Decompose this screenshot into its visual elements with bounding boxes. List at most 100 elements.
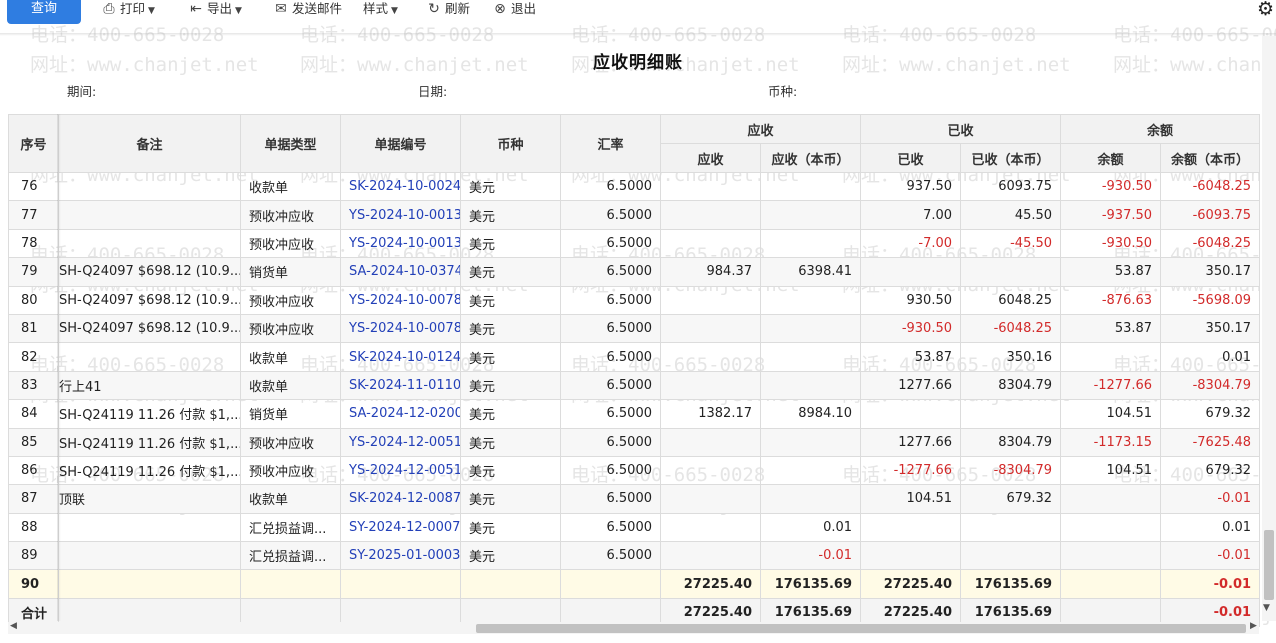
subtotal-rc-l: 176135.69 [960, 569, 1062, 599]
report-title: 应收明细账 [593, 53, 683, 73]
cell-remark [58, 342, 241, 372]
cell-balance: -1277.66 [1060, 370, 1162, 401]
cell-received-local: -8304.79 [960, 455, 1062, 486]
cell-currency: 美元 [460, 370, 561, 401]
cell-doc-no[interactable]: SK-2024-11-0110 [340, 370, 461, 401]
cell-doc-type: 销货单 [240, 257, 341, 287]
table-body: 76 收款单 SK-2024-10-0024 美元 6.5000 937.50 6093.7… [8, 171, 1261, 628]
style-menu[interactable]: 样式 ▼ [363, 0, 398, 18]
refresh-button[interactable]: ↻ 刷新 [426, 0, 470, 18]
col-remark[interactable]: 备注 [58, 114, 241, 173]
cell-doc-no[interactable]: SK-2024-10-0124 [340, 342, 461, 372]
group-received: 已收 [860, 114, 1062, 144]
table-row[interactable]: 86 SH-Q24119 11.26 付款 $1,... 预收冲应收 YS-2024-… [8, 455, 1261, 486]
vertical-scroll-thumb[interactable] [1264, 530, 1274, 600]
cell-doc-type: 收款单 [240, 484, 341, 514]
horizontal-scroll-thumb[interactable] [476, 624, 1246, 633]
ledger-table: 序号 备注 单据类型 单据编号 币种 汇率 应收 已收 余额 应收 应收（本币）… [8, 114, 1261, 628]
scroll-down-arrow-icon[interactable]: ▼ [1263, 603, 1270, 613]
subtotal-row[interactable]: 90 27225.40 176135.69 27225.40 176135.69 -0.0… [8, 569, 1261, 599]
cell-seq: 86 [8, 455, 59, 486]
cell-doc-type: 汇兑损益调... [240, 541, 341, 571]
cell-currency: 美元 [460, 285, 561, 315]
export-menu[interactable]: ⇤ 导出 ▼ [188, 0, 242, 18]
cell-doc-no[interactable]: SK-2024-12-0087 [340, 484, 461, 514]
query-button[interactable]: 查询 [7, 0, 81, 24]
subtotal-empty-cell [560, 569, 661, 599]
cell-received [860, 541, 962, 571]
table-row[interactable]: 88 汇兑损益调... SY-2024-12-0007 美元 6.5000 0.01 0.0… [8, 512, 1261, 543]
cell-balance-local: 679.32 [1160, 399, 1261, 429]
cell-rate: 6.5000 [560, 541, 661, 571]
cell-doc-no[interactable]: SY-2024-12-0007 [340, 512, 461, 543]
col-receivable[interactable]: 应收 [660, 143, 761, 173]
cell-doc-no[interactable]: SA-2024-10-0374 [340, 257, 461, 287]
table-row[interactable]: 83 行上41 收款单 SK-2024-11-0110 美元 6.5000 1277.66 8… [8, 370, 1261, 401]
cell-currency: 美元 [460, 541, 561, 571]
col-received-local[interactable]: 已收（本币） [960, 143, 1062, 173]
cell-receivable [660, 342, 761, 372]
cell-seq: 82 [8, 342, 59, 372]
cell-doc-no[interactable]: YS-2024-12-0051 [340, 427, 461, 457]
cell-doc-no[interactable]: YS-2024-10-0078 [340, 313, 461, 344]
table-row[interactable]: 76 收款单 SK-2024-10-0024 美元 6.5000 937.50 6093.7… [8, 171, 1261, 202]
cell-doc-no[interactable]: SA-2024-12-0200 [340, 399, 461, 429]
col-doc-no[interactable]: 单据编号 [340, 114, 461, 173]
table-row[interactable]: 77 预收冲应收 YS-2024-10-0013 美元 6.5000 7.00 45.50-… [8, 200, 1261, 230]
toolbar: 查询 ⎙ 打印 ▼ ⇤ 导出 ▼ ✉ 发送邮件 样式 ▼ ↻ 刷新 ⊗ 退出 ⚙ [0, 0, 1276, 30]
cell-balance-local: -0.01 [1160, 541, 1261, 571]
cell-receivable-local [759, 484, 862, 514]
cell-balance: 104.51 [1060, 455, 1162, 486]
toolbar-divider [0, 33, 1276, 36]
exit-button[interactable]: ⊗ 退出 [492, 0, 536, 18]
chevron-down-icon: ▼ [235, 6, 242, 16]
cell-rate: 6.5000 [560, 342, 661, 372]
col-rate[interactable]: 汇率 [560, 114, 661, 173]
table-row[interactable]: 85 SH-Q24119 11.26 付款 $1,... 预收冲应收 YS-2024-… [8, 427, 1261, 457]
cell-received-local: 6048.25 [960, 285, 1062, 315]
col-currency[interactable]: 币种 [460, 114, 561, 173]
table-row[interactable]: 78 预收冲应收 YS-2024-10-0013 美元 6.5000 -7.00 -45.5… [8, 228, 1261, 259]
scroll-right-arrow-icon[interactable]: ▶ [1250, 621, 1257, 631]
col-receivable-local[interactable]: 应收（本币） [759, 143, 862, 173]
send-mail-button[interactable]: ✉ 发送邮件 [273, 0, 342, 18]
cell-doc-no[interactable]: YS-2024-10-0078 [340, 285, 461, 315]
cell-balance [1060, 342, 1162, 372]
cell-receivable [660, 228, 761, 259]
table-row[interactable]: 84 SH-Q24119 11.26 付款 $1,... 销货单 SA-2024-12… [8, 399, 1261, 429]
gear-icon[interactable]: ⚙ [1257, 0, 1274, 20]
cell-seq: 84 [8, 399, 59, 429]
cell-doc-no[interactable]: YS-2024-12-0051 [340, 455, 461, 486]
col-balance-local[interactable]: 余额（本币） [1160, 143, 1261, 173]
currency-label: 币种: [768, 84, 798, 99]
cell-doc-no[interactable]: YS-2024-10-0013 [340, 200, 461, 230]
table-row[interactable]: 79 SH-Q24097 $698.12 (10.9... 销货单 SA-2024-1… [8, 257, 1261, 287]
subtotal-rc: 27225.40 [860, 569, 962, 599]
table-header: 序号 备注 单据类型 单据编号 币种 汇率 应收 已收 余额 应收 应收（本币）… [8, 114, 1261, 173]
print-menu[interactable]: ⎙ 打印 ▼ [101, 0, 155, 18]
cell-seq: 87 [8, 484, 59, 514]
col-received[interactable]: 已收 [860, 143, 962, 173]
cell-doc-no[interactable]: SK-2024-10-0024 [340, 171, 461, 202]
cell-receivable-local [759, 171, 862, 202]
mail-icon: ✉ [275, 1, 287, 17]
col-balance[interactable]: 余额 [1060, 143, 1162, 173]
cell-balance-local: 350.17 [1160, 257, 1261, 287]
table-row[interactable]: 89 汇兑损益调... SY-2025-01-0003 美元 6.5000 -0.01 -0… [8, 541, 1261, 571]
cell-received [860, 257, 962, 287]
scroll-left-arrow-icon[interactable]: ◀ [10, 621, 17, 631]
table-row[interactable]: 87 顶联 收款单 SK-2024-12-0087 美元 6.5000 104.51 679.… [8, 484, 1261, 514]
cell-remark: SH-Q24097 $698.12 (10.9... [58, 313, 241, 344]
cell-receivable [660, 171, 761, 202]
subtotal-seq: 90 [8, 569, 59, 599]
cell-doc-no[interactable]: YS-2024-10-0013 [340, 228, 461, 259]
cell-doc-no[interactable]: SY-2025-01-0003 [340, 541, 461, 571]
col-doc-type[interactable]: 单据类型 [240, 114, 341, 173]
col-seq[interactable]: 序号 [8, 114, 59, 173]
cell-balance: 53.87 [1060, 257, 1162, 287]
cell-seq: 77 [8, 200, 59, 230]
table-row[interactable]: 80 SH-Q24097 $698.12 (10.9... 预收冲应收 YS-2024… [8, 285, 1261, 315]
table-row[interactable]: 81 SH-Q24097 $698.12 (10.9... 预收冲应收 YS-2024… [8, 313, 1261, 344]
cell-doc-type: 预收冲应收 [240, 228, 341, 259]
table-row[interactable]: 82 收款单 SK-2024-10-0124 美元 6.5000 53.87 350.16 0… [8, 342, 1261, 372]
